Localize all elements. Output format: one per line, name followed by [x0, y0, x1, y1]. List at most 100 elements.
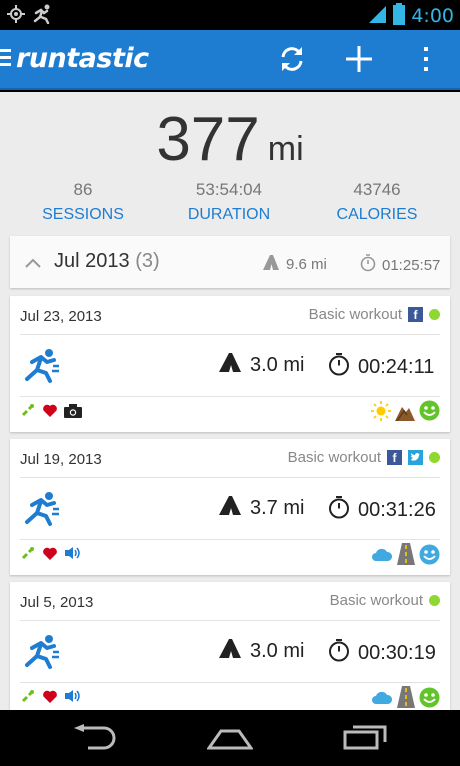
clock: 4:00 [411, 5, 454, 27]
status-dot [429, 452, 440, 463]
back-icon[interactable] [72, 724, 118, 754]
sync-icon[interactable] [275, 42, 309, 76]
month-duration-value: 01:25:57 [382, 256, 441, 274]
running-icon [22, 634, 62, 674]
battery-icon [393, 3, 406, 29]
voice-feedback-icon [64, 545, 82, 565]
stat-value: 43746 [353, 180, 401, 199]
heart-icon [42, 403, 58, 422]
session-card[interactable]: Jul 19, 2013 Basic workout f 3.7 mi 00:3… [10, 439, 450, 575]
session-type: Basic workout f [309, 306, 440, 323]
month-name: Jul 2013 [54, 250, 130, 272]
road-surface-icon [397, 686, 415, 710]
add-icon[interactable] [342, 42, 376, 76]
cloud-icon [371, 688, 393, 710]
cloud-icon [371, 545, 393, 567]
history-content[interactable]: 377 mi 86 SESSIONS 53:54:04 DURATION 4374… [0, 92, 460, 710]
session-type: Basic workout [330, 592, 440, 609]
status-dot [429, 595, 440, 606]
stopwatch-icon [360, 254, 376, 276]
month-distance-value: 9.6 mi [286, 255, 327, 273]
camera-icon [64, 403, 82, 422]
action-bar: runtastic [0, 30, 460, 90]
session-conditions [371, 400, 440, 425]
stat-sessions[interactable]: 86 SESSIONS [8, 180, 158, 224]
heart-icon [42, 546, 58, 565]
chevron-up-icon[interactable] [24, 254, 42, 273]
session-conditions [371, 686, 440, 710]
session-distance-value: 3.0 mi [250, 353, 305, 376]
session-extras [20, 545, 82, 565]
recent-apps-icon[interactable] [343, 724, 387, 754]
gps-icon [20, 402, 36, 422]
road-icon [218, 495, 242, 521]
gps-icon [20, 688, 36, 708]
sun-icon [371, 400, 391, 425]
month-count: (3) [135, 250, 160, 272]
session-extras [20, 402, 82, 422]
session-duration-value: 00:31:26 [358, 498, 436, 521]
session-type-label: Basic workout [287, 449, 381, 466]
road-surface-icon [397, 543, 415, 569]
session-duration: 00:24:11 [328, 352, 434, 382]
running-icon [22, 348, 62, 388]
session-duration-value: 00:24:11 [358, 355, 435, 378]
month-title: Jul 2013 (3) [54, 250, 160, 273]
stopwatch-icon [328, 495, 350, 525]
twitter-icon [408, 450, 423, 465]
session-date: Jul 19, 2013 [20, 451, 102, 468]
total-distance-value: 377 [156, 105, 260, 174]
session-card[interactable]: Jul 23, 2013 Basic workout f 3.0 mi 00:2… [10, 296, 450, 432]
navigation-bar [0, 710, 460, 766]
facebook-icon: f [408, 307, 423, 322]
stat-value: 86 [73, 180, 93, 199]
facebook-icon: f [387, 450, 402, 465]
gps-icon [6, 4, 26, 28]
session-distance: 3.0 mi [218, 352, 304, 378]
session-distance: 3.0 mi [218, 638, 304, 664]
happy-face-icon [419, 400, 440, 425]
session-distance: 3.7 mi [218, 495, 304, 521]
stat-calories[interactable]: 43746 CALORIES [302, 180, 452, 224]
happy-face-icon [419, 544, 440, 569]
total-distance-unit: mi [267, 130, 304, 168]
heart-icon [42, 689, 58, 708]
signal-icon [367, 4, 387, 28]
trail-icon [395, 401, 415, 425]
stat-duration[interactable]: 53:54:04 DURATION [154, 180, 304, 224]
status-dot [429, 309, 440, 320]
stat-label: DURATION [187, 206, 271, 223]
road-icon [218, 638, 242, 664]
month-distance: 9.6 mi [262, 254, 327, 274]
status-bar: 4:00 [0, 0, 460, 30]
stopwatch-icon [328, 638, 350, 668]
session-date: Jul 23, 2013 [20, 308, 102, 325]
gps-icon [20, 545, 36, 565]
road-icon [218, 352, 242, 378]
overflow-menu-icon[interactable] [418, 42, 434, 76]
stopwatch-icon [328, 352, 350, 382]
session-duration: 00:30:19 [328, 638, 436, 668]
session-type-label: Basic workout [329, 592, 423, 609]
runner-notification-icon [32, 4, 54, 28]
session-conditions [371, 543, 440, 569]
happy-face-icon [419, 687, 440, 711]
total-distance: 377 mi [0, 104, 460, 175]
session-type-label: Basic workout [308, 306, 402, 323]
app-logo[interactable]: runtastic [16, 43, 149, 74]
home-icon[interactable] [206, 728, 254, 754]
stat-value: 53:54:04 [195, 180, 263, 199]
session-type: Basic workout f [288, 449, 440, 466]
stat-label: SESSIONS [42, 206, 124, 223]
drawer-menu-icon[interactable] [0, 49, 14, 71]
road-icon [262, 254, 280, 274]
session-date: Jul 5, 2013 [20, 594, 94, 611]
session-distance-value: 3.7 mi [250, 496, 305, 519]
session-duration: 00:31:26 [328, 495, 436, 525]
session-duration-value: 00:30:19 [358, 641, 436, 664]
month-header[interactable]: Jul 2013 (3) 9.6 mi 01:25:57 [10, 236, 450, 288]
session-distance-value: 3.0 mi [250, 639, 305, 662]
session-card[interactable]: Jul 5, 2013 Basic workout 3.0 mi 00:30:1… [10, 582, 450, 710]
stat-label: CALORIES [336, 206, 418, 223]
voice-feedback-icon [64, 688, 82, 708]
